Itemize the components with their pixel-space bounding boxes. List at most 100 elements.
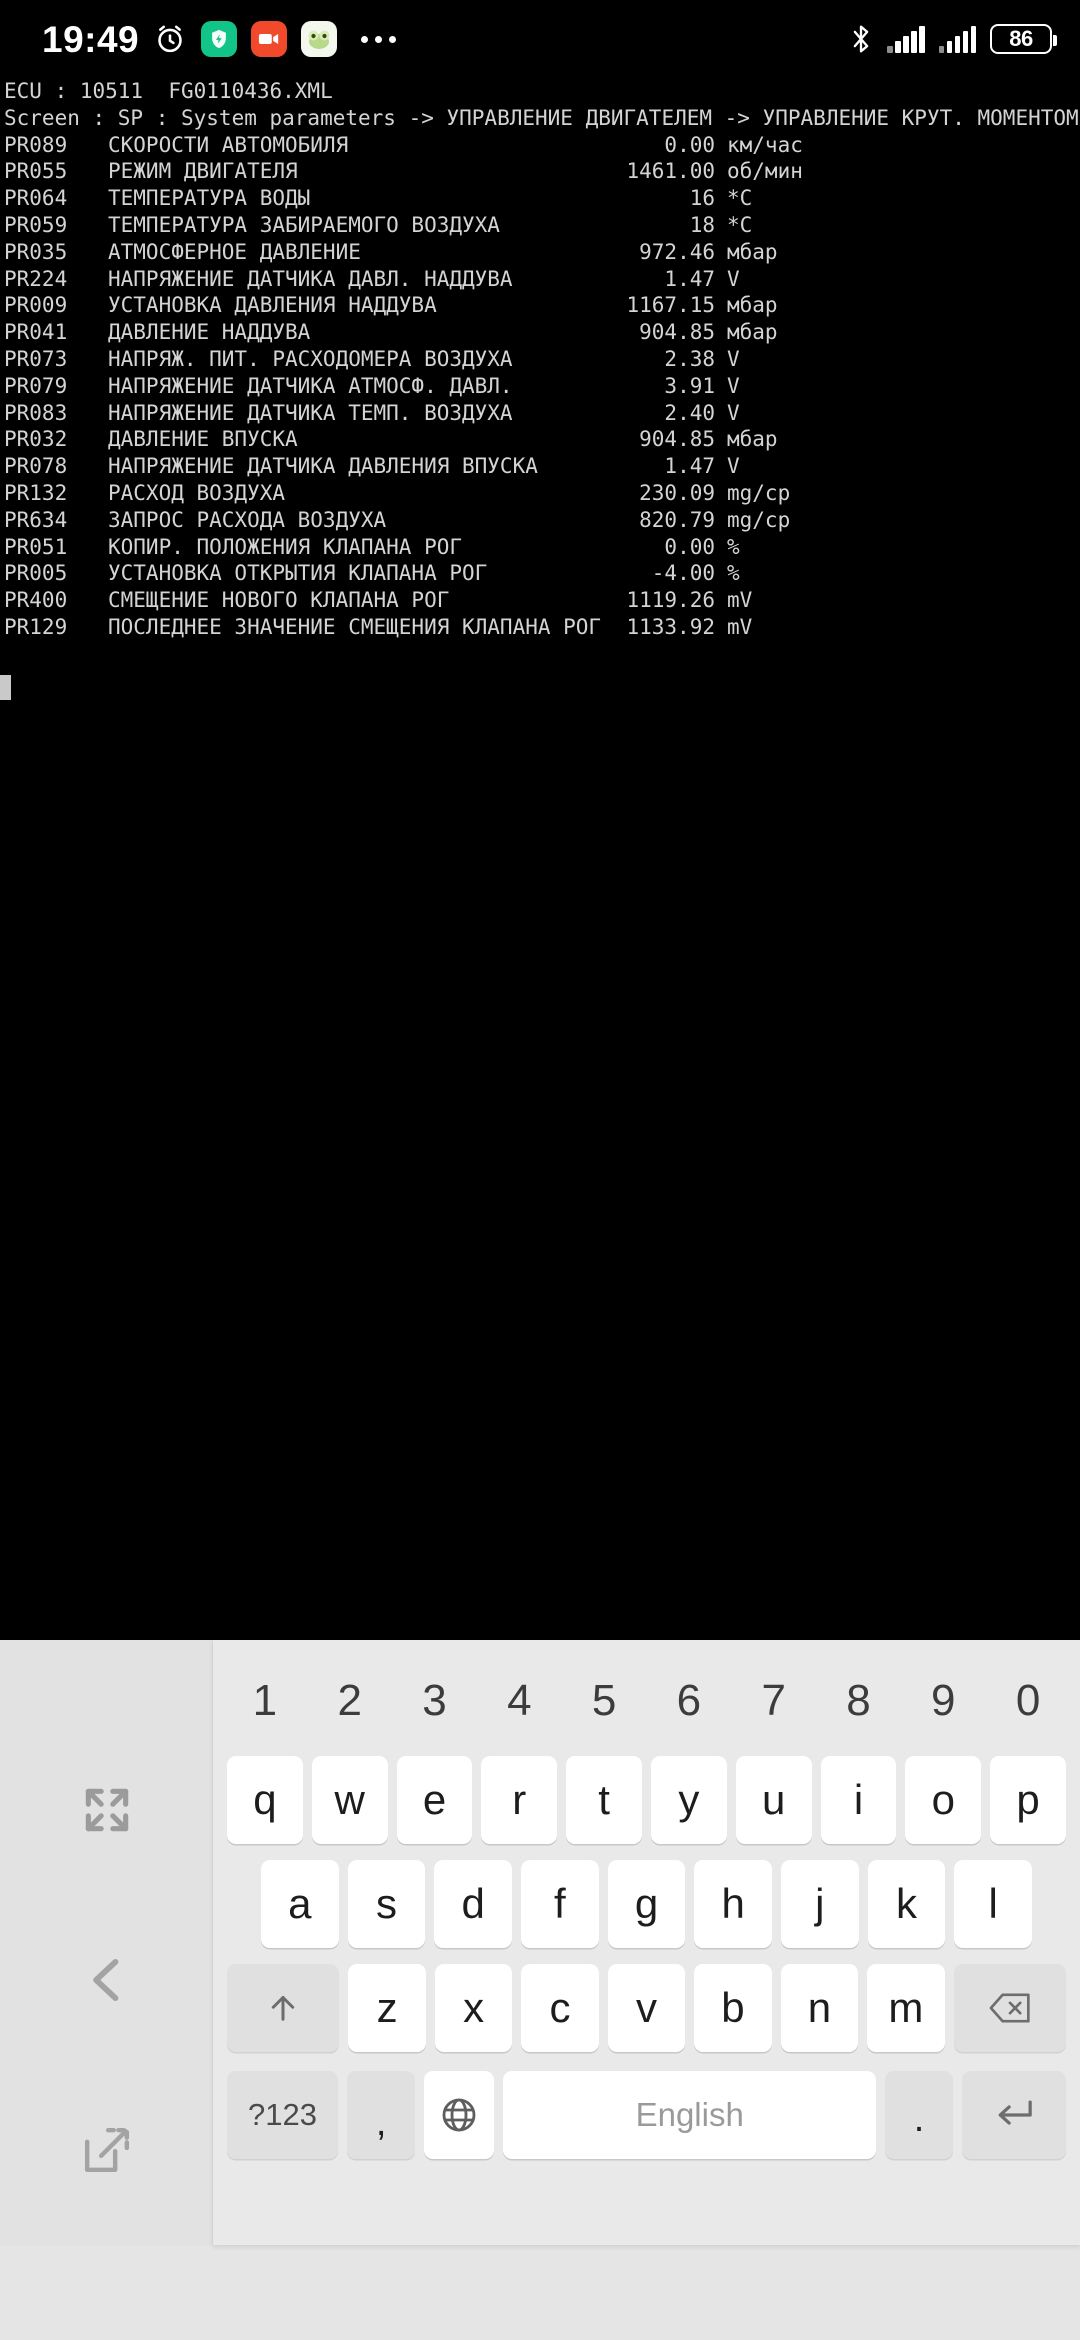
- letter-key-h[interactable]: h: [694, 1860, 773, 1948]
- letter-key-v[interactable]: v: [607, 1964, 686, 2052]
- console-header-screen: Screen : SP : System parameters -> УПРАВ…: [4, 105, 1079, 130]
- parameter-value: 0.00: [664, 534, 715, 559]
- letter-key-r[interactable]: r: [481, 1756, 558, 1844]
- parameter-value: 0.00: [664, 132, 715, 157]
- parameter-id: PR129: [4, 614, 68, 639]
- backspace-key[interactable]: [953, 1964, 1066, 2052]
- number-key-1[interactable]: 1: [227, 1659, 303, 1743]
- number-key-2[interactable]: 2: [312, 1659, 388, 1743]
- letter-key-z[interactable]: z: [348, 1964, 426, 2052]
- cellular-signal-sim2-icon: [938, 25, 976, 53]
- parameter-id: PR035: [4, 239, 68, 264]
- on-screen-keyboard[interactable]: 1234567890 qwertyuiop asdfghjkl zxcvbnm: [213, 1640, 1080, 2245]
- number-key-6[interactable]: 6: [651, 1659, 727, 1743]
- number-key-4[interactable]: 4: [481, 1659, 557, 1743]
- parameter-name: КОПИР. ПОЛОЖЕНИЯ КЛАПАНА РОГ: [108, 534, 463, 559]
- fullscreen-expand-button[interactable]: [0, 1750, 213, 1870]
- letter-key-a[interactable]: a: [260, 1860, 339, 1948]
- parameter-unit: мбар: [727, 427, 778, 452]
- letter-key-t[interactable]: t: [566, 1756, 642, 1844]
- symbols-key[interactable]: ?123: [227, 2071, 339, 2159]
- number-key-8[interactable]: 8: [821, 1659, 897, 1743]
- number-key-7[interactable]: 7: [736, 1659, 812, 1743]
- period-key[interactable]: .: [885, 2071, 954, 2159]
- parameter-name: РАСХОД ВОЗДУХА: [108, 480, 286, 505]
- letter-key-n[interactable]: n: [780, 1964, 859, 2052]
- parameter-value: 972.46: [639, 239, 715, 264]
- letter-key-g[interactable]: g: [607, 1860, 686, 1948]
- spacebar-key[interactable]: English: [503, 2071, 877, 2159]
- parameter-id: PR064: [4, 186, 68, 211]
- enter-return-icon: [993, 2098, 1035, 2132]
- parameter-unit: мбар: [727, 320, 778, 345]
- parameter-row: PR132 РАСХОД ВОЗДУХА 230.09 mg/cp: [0, 480, 1080, 507]
- chevron-left-back-icon: [78, 1951, 136, 2009]
- parameter-value: 3.91: [664, 373, 715, 398]
- parameter-name: СМЕЩЕНИЕ НОВОГО КЛАПАНА РОГ: [108, 588, 450, 613]
- parameter-id: PR059: [4, 212, 68, 237]
- comma-key[interactable]: ,: [347, 2071, 416, 2159]
- status-bar: 19:49 86: [0, 0, 1080, 78]
- number-key-3[interactable]: 3: [397, 1659, 473, 1743]
- letter-key-w[interactable]: w: [311, 1756, 388, 1844]
- parameter-value: 2.40: [664, 400, 715, 425]
- parameter-value: 1.47: [664, 266, 715, 291]
- status-bar-clock: 19:49: [42, 18, 140, 60]
- parameter-id: PR051: [4, 534, 68, 559]
- letter-key-f[interactable]: f: [521, 1860, 599, 1948]
- letter-key-m[interactable]: m: [867, 1964, 945, 2052]
- pop-out-window-button[interactable]: [0, 2090, 213, 2210]
- letter-key-o[interactable]: o: [905, 1756, 982, 1844]
- parameter-id: PR400: [4, 588, 68, 613]
- number-key-0[interactable]: 0: [990, 1659, 1066, 1743]
- language-switch-key[interactable]: [424, 2071, 495, 2159]
- letter-key-j[interactable]: j: [781, 1860, 859, 1948]
- letter-key-k[interactable]: k: [867, 1860, 946, 1948]
- number-key-5[interactable]: 5: [566, 1659, 642, 1743]
- parameter-id: PR132: [4, 480, 68, 505]
- parameter-name: РЕЖИМ ДВИГАТЕЛЯ: [108, 159, 298, 184]
- back-button[interactable]: [0, 1920, 213, 2040]
- parameter-row: PR009 УСТАНОВКА ДАВЛЕНИЯ НАДДУВА 1167.15 мб…: [0, 292, 1080, 319]
- parameter-unit: *C: [727, 186, 753, 211]
- parameter-value: 820.79: [639, 507, 715, 532]
- parameter-id: PR073: [4, 346, 68, 371]
- letter-key-c[interactable]: c: [521, 1964, 599, 2052]
- enter-key[interactable]: [962, 2071, 1067, 2159]
- parameter-unit: mV: [727, 614, 753, 639]
- keyboard-letter-row-2: asdfghjkl: [227, 1852, 1066, 1956]
- letter-key-d[interactable]: d: [434, 1860, 512, 1948]
- parameter-id: PR041: [4, 320, 68, 345]
- letter-key-p[interactable]: p: [990, 1756, 1066, 1844]
- parameter-value: 1119.26: [626, 588, 715, 613]
- bottom-area: 1234567890 qwertyuiop asdfghjkl zxcvbnm: [0, 1640, 1080, 2340]
- parameter-unit: mV: [727, 588, 753, 613]
- diagnostic-console[interactable]: ECU : 10511 FG0110436.XML Screen : SP : …: [0, 78, 1080, 1640]
- letter-key-y[interactable]: y: [651, 1756, 727, 1844]
- letter-key-l[interactable]: l: [954, 1860, 1033, 1948]
- letter-key-b[interactable]: b: [694, 1964, 772, 2052]
- parameter-value: 18: [689, 212, 715, 237]
- status-bar-right-group: 86: [849, 0, 1057, 78]
- number-key-9[interactable]: 9: [905, 1659, 981, 1743]
- parameter-name: АТМОСФЕРНОЕ ДАВЛЕНИЕ: [108, 239, 361, 264]
- parameter-name: ЗАПРОС РАСХОДА ВОЗДУХА: [108, 507, 387, 532]
- letter-key-x[interactable]: x: [434, 1964, 513, 2052]
- parameter-unit: V: [727, 400, 740, 425]
- letter-key-e[interactable]: e: [396, 1756, 473, 1844]
- parameter-row: PR032 ДАВЛЕНИЕ ВПУСКА 904.85 мбар: [0, 426, 1080, 453]
- fullscreen-expand-icon: [79, 1782, 135, 1838]
- letter-key-u[interactable]: u: [735, 1756, 812, 1844]
- letter-key-q[interactable]: q: [227, 1756, 303, 1844]
- letter-key-i[interactable]: i: [820, 1756, 897, 1844]
- parameter-id: PR224: [4, 266, 68, 291]
- pop-out-window-icon: [79, 2122, 135, 2178]
- parameter-value: 2.38: [664, 346, 715, 371]
- shift-key[interactable]: [227, 1964, 340, 2052]
- parameter-row: PR035 АТМОСФЕРНОЕ ДАВЛЕНИЕ 972.46 мбар: [0, 239, 1080, 266]
- parameter-row: PR129 ПОСЛЕДНЕЕ ЗНАЧЕНИЕ СМЕЩЕНИЯ КЛАПАНА…: [0, 614, 1080, 641]
- status-bar-overflow-dots[interactable]: [361, 35, 397, 43]
- letter-key-s[interactable]: s: [347, 1860, 426, 1948]
- parameter-row: PR079 НАПРЯЖЕНИЕ ДАТЧИКА АТМОСФ. ДАВЛ. 3.9…: [0, 373, 1080, 400]
- console-header-ecu: ECU : 10511 FG0110436.XML: [4, 79, 333, 103]
